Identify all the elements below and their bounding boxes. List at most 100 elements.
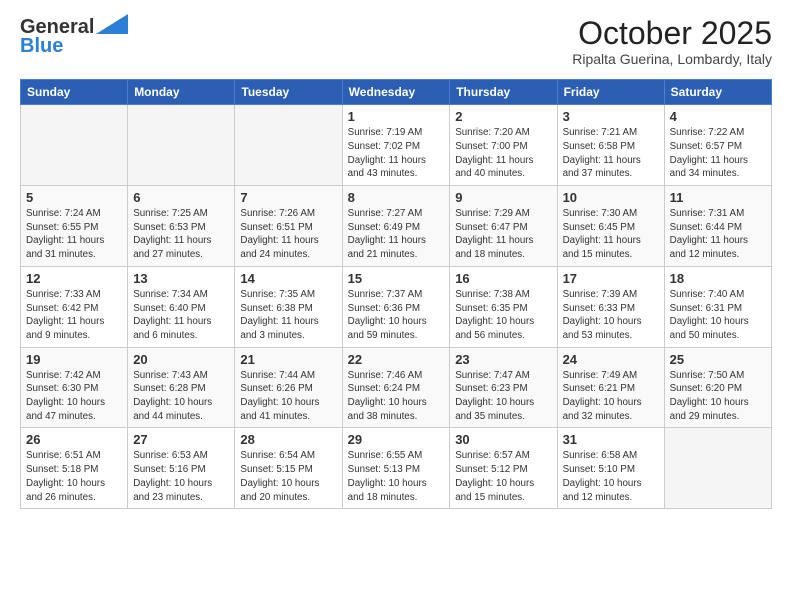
- calendar-day: [235, 105, 342, 186]
- day-info: Sunrise: 6:57 AM Sunset: 5:12 PM Dayligh…: [455, 449, 551, 504]
- day-info: Sunrise: 6:58 AM Sunset: 5:10 PM Dayligh…: [563, 449, 659, 504]
- day-number: 20: [133, 352, 229, 367]
- day-info: Sunrise: 7:31 AM Sunset: 6:44 PM Dayligh…: [670, 207, 766, 262]
- day-info: Sunrise: 6:54 AM Sunset: 5:15 PM Dayligh…: [240, 449, 336, 504]
- day-info: Sunrise: 7:42 AM Sunset: 6:30 PM Dayligh…: [26, 369, 122, 424]
- day-number: 28: [240, 432, 336, 447]
- day-info: Sunrise: 6:53 AM Sunset: 5:16 PM Dayligh…: [133, 449, 229, 504]
- day-number: 13: [133, 271, 229, 286]
- calendar-header-thursday: Thursday: [450, 80, 557, 105]
- day-number: 19: [26, 352, 122, 367]
- day-info: Sunrise: 7:50 AM Sunset: 6:20 PM Dayligh…: [670, 369, 766, 424]
- calendar-header-sunday: Sunday: [21, 80, 128, 105]
- location: Ripalta Guerina, Lombardy, Italy: [572, 51, 772, 67]
- calendar-day: 26Sunrise: 6:51 AM Sunset: 5:18 PM Dayli…: [21, 428, 128, 509]
- day-info: Sunrise: 7:24 AM Sunset: 6:55 PM Dayligh…: [26, 207, 122, 262]
- day-number: 22: [348, 352, 445, 367]
- day-info: Sunrise: 7:26 AM Sunset: 6:51 PM Dayligh…: [240, 207, 336, 262]
- page-container: General Blue October 2025 Ripalta Guerin…: [0, 0, 792, 519]
- calendar-day: 7 Sunrise: 7:26 AM Sunset: 6:51 PM Daylig…: [235, 186, 342, 267]
- day-info: Sunrise: 7:44 AM Sunset: 6:26 PM Dayligh…: [240, 369, 336, 424]
- day-number: 3: [563, 109, 659, 124]
- calendar-day: [128, 105, 235, 186]
- day-number: 8: [348, 190, 445, 205]
- day-info: Sunrise: 7:20 AM Sunset: 7:00 PM Dayligh…: [455, 126, 551, 181]
- calendar-day: 17Sunrise: 7:39 AM Sunset: 6:33 PM Dayli…: [557, 266, 664, 347]
- day-info: Sunrise: 7:21 AM Sunset: 6:58 PM Dayligh…: [563, 126, 659, 181]
- calendar-day: 31 Sunrise: 6:58 AM Sunset: 5:10 PM Dayli…: [557, 428, 664, 509]
- calendar-day: 5 Sunrise: 7:24 AM Sunset: 6:55 PM Daylig…: [21, 186, 128, 267]
- calendar-header-row: SundayMondayTuesdayWednesdayThursdayFrid…: [21, 80, 772, 105]
- day-number: 1: [348, 109, 445, 124]
- day-info: Sunrise: 7:22 AM Sunset: 6:57 PM Dayligh…: [670, 126, 766, 181]
- calendar-header-monday: Monday: [128, 80, 235, 105]
- calendar-day: 10 Sunrise: 7:30 AM Sunset: 6:45 PM Dayli…: [557, 186, 664, 267]
- calendar-day: 14 Sunrise: 7:35 AM Sunset: 6:38 PM Dayli…: [235, 266, 342, 347]
- day-number: 24: [563, 352, 659, 367]
- calendar-week-2: 5 Sunrise: 7:24 AM Sunset: 6:55 PM Daylig…: [21, 186, 772, 267]
- calendar-day: 1 Sunrise: 7:19 AM Sunset: 7:02 PM Daylig…: [342, 105, 450, 186]
- calendar-day: 3 Sunrise: 7:21 AM Sunset: 6:58 PM Daylig…: [557, 105, 664, 186]
- day-info: Sunrise: 7:47 AM Sunset: 6:23 PM Dayligh…: [455, 369, 551, 424]
- calendar-day: 13 Sunrise: 7:34 AM Sunset: 6:40 PM Dayli…: [128, 266, 235, 347]
- calendar-day: 2Sunrise: 7:20 AM Sunset: 7:00 PM Daylig…: [450, 105, 557, 186]
- day-number: 31: [563, 432, 659, 447]
- day-info: Sunrise: 7:39 AM Sunset: 6:33 PM Dayligh…: [563, 288, 659, 343]
- day-number: 11: [670, 190, 766, 205]
- calendar-day: 27 Sunrise: 6:53 AM Sunset: 5:16 PM Dayli…: [128, 428, 235, 509]
- day-info: Sunrise: 7:27 AM Sunset: 6:49 PM Dayligh…: [348, 207, 445, 262]
- calendar-week-3: 12Sunrise: 7:33 AM Sunset: 6:42 PM Dayli…: [21, 266, 772, 347]
- calendar-day: 16 Sunrise: 7:38 AM Sunset: 6:35 PM Dayli…: [450, 266, 557, 347]
- day-info: Sunrise: 7:25 AM Sunset: 6:53 PM Dayligh…: [133, 207, 229, 262]
- day-info: Sunrise: 7:46 AM Sunset: 6:24 PM Dayligh…: [348, 369, 445, 424]
- day-info: Sunrise: 7:30 AM Sunset: 6:45 PM Dayligh…: [563, 207, 659, 262]
- calendar-day: 4 Sunrise: 7:22 AM Sunset: 6:57 PM Daylig…: [664, 105, 771, 186]
- calendar-week-4: 19 Sunrise: 7:42 AM Sunset: 6:30 PM Dayli…: [21, 347, 772, 428]
- day-info: Sunrise: 7:49 AM Sunset: 6:21 PM Dayligh…: [563, 369, 659, 424]
- day-number: 5: [26, 190, 122, 205]
- day-number: 21: [240, 352, 336, 367]
- calendar-day: 25 Sunrise: 7:50 AM Sunset: 6:20 PM Dayli…: [664, 347, 771, 428]
- month-title: October 2025: [572, 16, 772, 51]
- day-number: 12: [26, 271, 122, 286]
- calendar-day: 19 Sunrise: 7:42 AM Sunset: 6:30 PM Dayli…: [21, 347, 128, 428]
- day-info: Sunrise: 7:29 AM Sunset: 6:47 PM Dayligh…: [455, 207, 551, 262]
- day-number: 6: [133, 190, 229, 205]
- day-info: Sunrise: 7:34 AM Sunset: 6:40 PM Dayligh…: [133, 288, 229, 343]
- day-info: Sunrise: 7:35 AM Sunset: 6:38 PM Dayligh…: [240, 288, 336, 343]
- logo-blue: Blue: [20, 35, 63, 58]
- day-number: 30: [455, 432, 551, 447]
- calendar-day: 30 Sunrise: 6:57 AM Sunset: 5:12 PM Dayli…: [450, 428, 557, 509]
- day-number: 10: [563, 190, 659, 205]
- day-number: 16: [455, 271, 551, 286]
- calendar-day: 8 Sunrise: 7:27 AM Sunset: 6:49 PM Daylig…: [342, 186, 450, 267]
- day-info: Sunrise: 7:19 AM Sunset: 7:02 PM Dayligh…: [348, 126, 445, 181]
- day-number: 14: [240, 271, 336, 286]
- day-number: 27: [133, 432, 229, 447]
- day-info: Sunrise: 7:37 AM Sunset: 6:36 PM Dayligh…: [348, 288, 445, 343]
- calendar-day: 11 Sunrise: 7:31 AM Sunset: 6:44 PM Dayli…: [664, 186, 771, 267]
- calendar-day: [21, 105, 128, 186]
- day-number: 4: [670, 109, 766, 124]
- day-number: 29: [348, 432, 445, 447]
- calendar-day: [664, 428, 771, 509]
- calendar-header-tuesday: Tuesday: [235, 80, 342, 105]
- calendar-day: 20Sunrise: 7:43 AM Sunset: 6:28 PM Dayli…: [128, 347, 235, 428]
- calendar-day: 24 Sunrise: 7:49 AM Sunset: 6:21 PM Dayli…: [557, 347, 664, 428]
- day-number: 7: [240, 190, 336, 205]
- calendar-header-wednesday: Wednesday: [342, 80, 450, 105]
- calendar-header-friday: Friday: [557, 80, 664, 105]
- logo-icon: [96, 14, 128, 34]
- day-number: 25: [670, 352, 766, 367]
- calendar-header-saturday: Saturday: [664, 80, 771, 105]
- title-section: October 2025 Ripalta Guerina, Lombardy, …: [572, 16, 772, 67]
- calendar-day: 6 Sunrise: 7:25 AM Sunset: 6:53 PM Daylig…: [128, 186, 235, 267]
- calendar: SundayMondayTuesdayWednesdayThursdayFrid…: [20, 79, 772, 509]
- calendar-week-5: 26Sunrise: 6:51 AM Sunset: 5:18 PM Dayli…: [21, 428, 772, 509]
- calendar-day: 9Sunrise: 7:29 AM Sunset: 6:47 PM Daylig…: [450, 186, 557, 267]
- day-number: 26: [26, 432, 122, 447]
- calendar-day: 12Sunrise: 7:33 AM Sunset: 6:42 PM Dayli…: [21, 266, 128, 347]
- day-info: Sunrise: 7:38 AM Sunset: 6:35 PM Dayligh…: [455, 288, 551, 343]
- calendar-day: 22 Sunrise: 7:46 AM Sunset: 6:24 PM Dayli…: [342, 347, 450, 428]
- calendar-day: 21 Sunrise: 7:44 AM Sunset: 6:26 PM Dayli…: [235, 347, 342, 428]
